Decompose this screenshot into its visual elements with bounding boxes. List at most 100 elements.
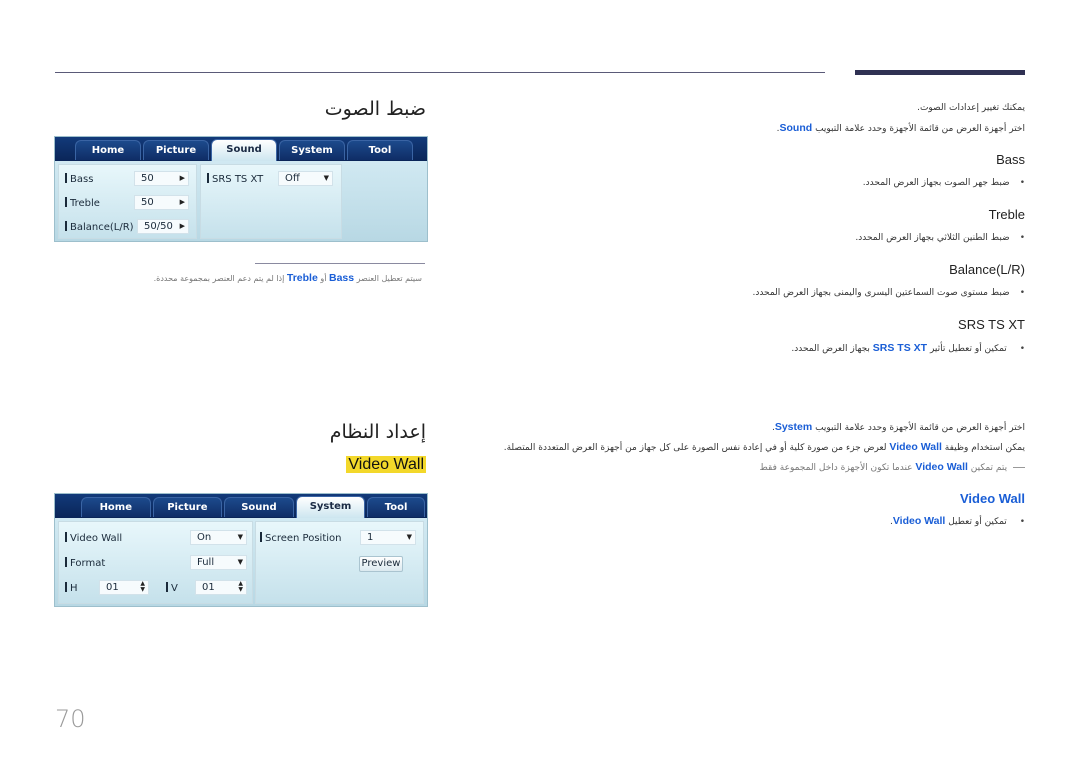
balance-desc: ضبط مستوى صوت السماعتين اليسرى واليمنى ب…	[752, 288, 1025, 298]
treble-value: 50	[141, 197, 154, 208]
system-section-title: إعداد النظام	[329, 421, 426, 443]
desc-text: يمكن استخدام وظيفة	[944, 443, 1025, 453]
desc-keyword: Video Wall	[892, 515, 946, 527]
format-dropdown[interactable]: Full ▼	[190, 555, 247, 570]
header-accent-bar	[855, 70, 1025, 75]
video-wall-note: يتم تمكين Video Wall عندما تكون الأجهزة …	[759, 461, 1025, 473]
treble-label: Treble	[65, 197, 100, 209]
tab-tool[interactable]: Tool	[367, 497, 425, 517]
right-arrow-icon[interactable]: ▶	[180, 220, 185, 233]
sound-settings-panel: Home Picture Sound System Tool Bass 50 ▶ …	[54, 136, 428, 242]
treble-desc: ضبط الطنين الثلاثي بجهاز العرض المحدد.	[855, 233, 1025, 243]
video-wall-value: On	[197, 532, 212, 543]
note-keyword-bass: Bass	[328, 272, 355, 284]
instruction-text: اختر أجهزة العرض من قائمة الأجهزة وحدد ع…	[815, 423, 1025, 433]
instruction-keyword: System	[774, 421, 813, 433]
bass-stepper[interactable]: 50 ▶	[134, 171, 189, 186]
system-instruction: اختر أجهزة العرض من قائمة الأجهزة وحدد ع…	[772, 421, 1025, 433]
v-value: 01	[202, 582, 215, 593]
video-wall-item-desc: تمكين أو تعطيل Video Wall.	[890, 515, 1025, 527]
sound-panel-tabbar: Home Picture Sound System Tool	[55, 137, 427, 161]
screen-position-group: Screen Position 1 ▼ Preview	[255, 521, 424, 604]
desc-keyword: SRS TS XT	[872, 342, 928, 354]
tab-home[interactable]: Home	[81, 497, 151, 517]
page-number: 70	[55, 705, 86, 733]
desc-keyword: Video Wall	[889, 441, 942, 453]
desc-text: تمكين أو تعطيل تأثير	[929, 344, 1007, 354]
desc-text: تمكين أو تعطيل	[948, 517, 1007, 527]
h-label: H	[65, 582, 78, 594]
desc-text: لعرض جزء من صورة كلية أو في إعادة نفس ال…	[503, 443, 887, 453]
sound-intro: يمكنك تغيير إعدادات الصوت.	[917, 103, 1025, 113]
instruction-keyword: Sound	[779, 122, 813, 134]
tab-tool[interactable]: Tool	[347, 140, 413, 160]
v-label: V	[166, 582, 178, 594]
tab-home[interactable]: Home	[75, 140, 141, 160]
note-keyword-treble: Treble	[286, 272, 318, 284]
format-label: Format	[65, 557, 105, 569]
screen-position-label: Screen Position	[260, 532, 342, 544]
instruction-text: اختر أجهزة العرض من قائمة الأجهزة وحدد ع…	[815, 124, 1025, 134]
note-text: عندما تكون الأجهزة داخل المجموعة فقط	[759, 463, 913, 473]
preview-button[interactable]: Preview	[359, 556, 403, 572]
note-dash-icon	[1013, 467, 1025, 468]
srs-label: SRS TS XT	[207, 173, 263, 185]
sound-note: سيتم تعطيل العنصر Bass أو Treble إذا لم …	[154, 272, 422, 284]
tab-sound[interactable]: Sound	[224, 497, 294, 517]
note-text: يتم تمكين	[970, 463, 1008, 473]
video-wall-group: Video Wall On ▼ Format Full ▼ H 01 ▲ ▼ V 01 ▲…	[58, 521, 253, 604]
balance-stepper[interactable]: 50/50 ▶	[137, 219, 189, 234]
treble-stepper[interactable]: 50 ▶	[134, 195, 189, 210]
tab-picture[interactable]: Picture	[143, 140, 209, 160]
screen-position-value: 1	[367, 532, 374, 543]
desc-text: بجهاز العرض المحدد.	[791, 344, 870, 354]
sound-section-title: ضبط الصوت	[324, 98, 426, 120]
chevron-down-icon[interactable]: ▼	[324, 172, 329, 185]
video-wall-dropdown[interactable]: On ▼	[190, 530, 247, 545]
sound-instruction: اختر أجهزة العرض من قائمة الأجهزة وحدد ع…	[777, 122, 1025, 134]
balance-value: 50/50	[144, 221, 173, 232]
video-wall-subtitle: Video Wall	[346, 456, 426, 474]
format-value: Full	[197, 557, 215, 568]
srs-desc: تمكين أو تعطيل تأثير SRS TS XT بجهاز الع…	[791, 342, 1025, 354]
bass-heading: Bass	[996, 152, 1025, 167]
tab-sound[interactable]: Sound	[211, 139, 277, 161]
video-wall-description: يمكن استخدام وظيفة Video Wall لعرض جزء م…	[504, 441, 1025, 453]
tab-system[interactable]: System	[279, 140, 345, 160]
v-spinner[interactable]: 01 ▲ ▼	[195, 580, 247, 595]
note-keyword: Video Wall	[915, 461, 968, 473]
note-text: إذا لم يتم دعم العنصر بمجموعة محددة.	[153, 274, 285, 283]
eq-group: Bass 50 ▶ Treble 50 ▶ Balance(L/R) 50/50 ▶	[58, 164, 197, 239]
h-value: 01	[106, 582, 119, 593]
srs-dropdown[interactable]: Off ▼	[278, 171, 333, 186]
srs-value: Off	[285, 173, 300, 184]
balance-label: Balance(L/R)	[65, 221, 134, 233]
system-settings-panel: Home Picture Sound System Tool Video Wal…	[54, 493, 428, 607]
system-panel-tabbar: Home Picture Sound System Tool	[55, 494, 427, 518]
video-wall-highlight: Video Wall	[346, 456, 426, 473]
right-arrow-icon[interactable]: ▶	[180, 196, 185, 209]
right-arrow-icon[interactable]: ▶	[180, 172, 185, 185]
note-text: أو	[320, 274, 327, 283]
chevron-down-icon[interactable]: ▼	[407, 531, 412, 544]
header-rule	[55, 72, 825, 73]
spinner-arrows-icon[interactable]: ▲ ▼	[238, 581, 243, 593]
treble-heading: Treble	[988, 207, 1025, 222]
video-wall-heading: Video Wall	[959, 491, 1025, 506]
bass-label: Bass	[65, 173, 93, 185]
screen-position-dropdown[interactable]: 1 ▼	[360, 530, 416, 545]
srs-heading: SRS TS XT	[958, 317, 1025, 332]
note-divider	[255, 263, 425, 264]
balance-heading: Balance(L/R)	[949, 262, 1025, 277]
tab-picture[interactable]: Picture	[152, 497, 223, 517]
spinner-arrows-icon[interactable]: ▲ ▼	[140, 581, 145, 593]
video-wall-label: Video Wall	[65, 532, 122, 544]
chevron-down-icon[interactable]: ▼	[238, 556, 243, 569]
bass-value: 50	[141, 173, 154, 184]
srs-group: SRS TS XT Off ▼	[200, 164, 342, 239]
h-spinner[interactable]: 01 ▲ ▼	[99, 580, 149, 595]
bass-desc: ضبط جهر الصوت بجهاز العرض المحدد.	[863, 178, 1025, 188]
chevron-down-icon[interactable]: ▼	[238, 531, 243, 544]
note-text: سيتم تعطيل العنصر	[356, 274, 422, 283]
tab-system[interactable]: System	[295, 496, 366, 518]
